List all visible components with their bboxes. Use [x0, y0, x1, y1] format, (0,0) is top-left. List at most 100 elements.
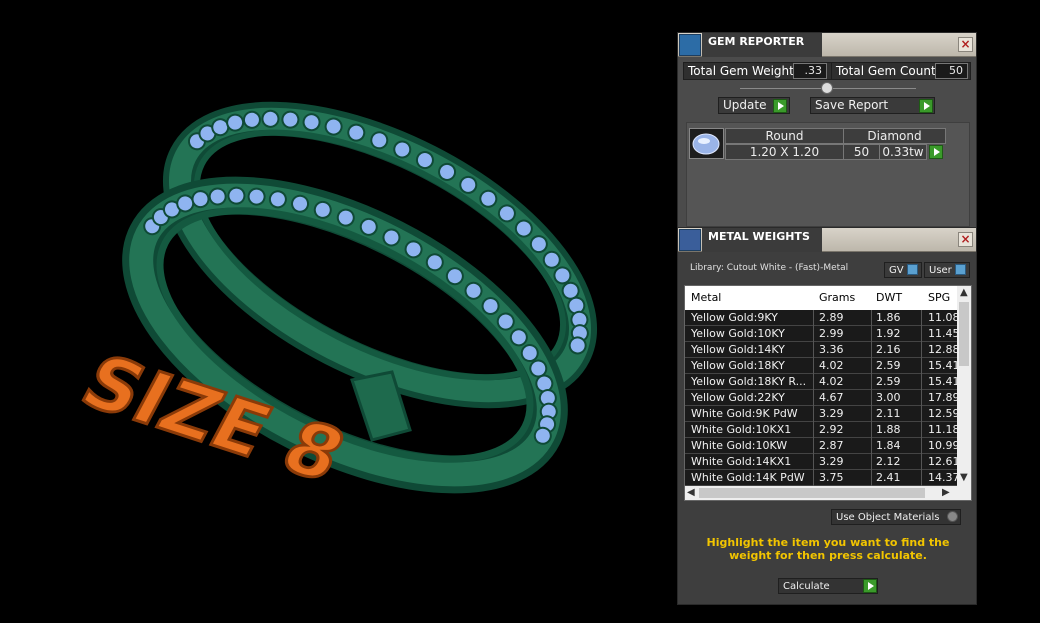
spg-cell: 15.41 — [928, 375, 958, 388]
metal-weights-icon — [679, 229, 701, 251]
grams-cell: 3.29 — [819, 407, 844, 420]
close-icon[interactable]: × — [958, 232, 973, 247]
grams-cell: 3.36 — [819, 343, 844, 356]
metal-cell: Yellow Gold:9KY — [691, 311, 778, 324]
calculate-label: Calculate — [783, 581, 830, 592]
gem-row-play-icon[interactable] — [929, 145, 943, 159]
metal-cell: White Gold:10KX1 — [691, 423, 792, 436]
update-play-icon[interactable] — [773, 99, 787, 113]
ring-render: SIZE 8 — [66, 101, 598, 499]
gem-weight-cell[interactable]: 0.33tw — [879, 144, 927, 160]
col-metal[interactable]: Metal — [691, 291, 721, 304]
grams-cell: 2.92 — [819, 423, 844, 436]
spg-cell: 12.59 — [928, 407, 958, 420]
grams-cell: 4.02 — [819, 375, 844, 388]
save-report-label: Save Report — [815, 98, 889, 112]
spg-cell: 15.41 — [928, 359, 958, 372]
table-row[interactable]: White Gold:14K PdW 3.75 2.41 14.37 — [685, 470, 958, 486]
gem-shape-cell[interactable]: Round — [725, 128, 844, 144]
metal-weights-panel: METAL WEIGHTS × Library: Cutout White - … — [677, 227, 977, 605]
update-button-label: Update — [723, 98, 767, 112]
horizontal-scroll-thumb[interactable] — [699, 488, 925, 498]
grams-cell: 2.89 — [819, 311, 844, 324]
gem-reporter-title: GEM REPORTER — [702, 33, 822, 57]
metal-cell: White Gold:10KW — [691, 439, 788, 452]
save-report-button[interactable]: Save Report — [810, 97, 935, 114]
grams-cell: 3.29 — [819, 455, 844, 468]
library-label: Library: Cutout White - (Fast)-Metal — [690, 263, 849, 273]
gv-info-icon[interactable] — [907, 264, 918, 275]
total-gem-count-value[interactable]: 50 — [935, 63, 968, 79]
use-object-materials-label: Use Object Materials — [836, 512, 940, 523]
table-row[interactable]: White Gold:14KX1 3.29 2.12 12.61 — [685, 454, 958, 470]
spg-cell: 17.89 — [928, 391, 958, 404]
use-object-materials-toggle-icon[interactable] — [947, 511, 958, 522]
user-label: User — [929, 265, 952, 276]
metal-cell: Yellow Gold:22KY — [691, 391, 785, 404]
table-row[interactable]: Yellow Gold:18KY R... 4.02 2.59 15.41 — [685, 374, 958, 390]
vertical-scrollbar[interactable]: ▲ ▼ — [957, 286, 971, 486]
round-diamond-icon — [689, 128, 724, 159]
metal-table[interactable]: Metal Grams DWT SPG Yellow Gold:9KY 2.89 1… — [684, 285, 972, 501]
gem-reporter-icon — [679, 34, 701, 56]
gv-label: GV — [889, 265, 904, 276]
metal-cell: White Gold:14K PdW — [691, 471, 805, 484]
gem-reporter-panel: GEM REPORTER × Total Gem Weight .33 Tota… — [677, 32, 977, 230]
grams-cell: 4.67 — [819, 391, 844, 404]
calculate-play-icon[interactable] — [863, 579, 877, 593]
table-row[interactable]: Yellow Gold:18KY 4.02 2.59 15.41 — [685, 358, 958, 374]
save-report-play-icon[interactable] — [919, 99, 933, 113]
gem-list: Round Diamond 1.20 X 1.20 50 0.33tw — [686, 122, 970, 227]
gem-count-cell[interactable]: 50 — [843, 144, 880, 160]
table-row[interactable]: Yellow Gold:10KY 2.99 1.92 11.45 — [685, 326, 958, 342]
table-row[interactable]: White Gold:10KX1 2.92 1.88 11.18 — [685, 422, 958, 438]
metal-cell: Yellow Gold:14KY — [691, 343, 785, 356]
metal-table-header: Metal Grams DWT SPG — [685, 286, 957, 310]
gem-material-cell[interactable]: Diamond — [843, 128, 946, 144]
metal-cell: Yellow Gold:10KY — [691, 327, 785, 340]
metal-weights-title: METAL WEIGHTS — [702, 228, 822, 252]
dwt-cell: 3.00 — [876, 391, 901, 404]
grams-cell: 2.99 — [819, 327, 844, 340]
metal-cell: Yellow Gold:18KY — [691, 359, 785, 372]
grams-cell: 3.75 — [819, 471, 844, 484]
scroll-right-icon[interactable]: ▶ — [942, 487, 950, 498]
total-gem-weight-value[interactable]: .33 — [793, 63, 827, 79]
spg-cell: 10.99 — [928, 439, 958, 452]
dwt-cell: 2.59 — [876, 375, 901, 388]
col-dwt[interactable]: DWT — [876, 291, 902, 304]
user-info-icon[interactable] — [955, 264, 966, 275]
gem-size-cell[interactable]: 1.20 X 1.20 — [725, 144, 844, 160]
grams-cell: 4.02 — [819, 359, 844, 372]
col-spg[interactable]: SPG — [928, 291, 950, 304]
dwt-cell: 1.86 — [876, 311, 901, 324]
dwt-cell: 1.92 — [876, 327, 901, 340]
metal-cell: White Gold:14KX1 — [691, 455, 792, 468]
table-row[interactable]: White Gold:10KW 2.87 1.84 10.99 — [685, 438, 958, 454]
table-row[interactable]: White Gold:9K PdW 3.29 2.11 12.59 — [685, 406, 958, 422]
scroll-down-icon[interactable]: ▼ — [960, 472, 968, 483]
dwt-cell: 2.16 — [876, 343, 901, 356]
collapse-toggle-icon[interactable] — [821, 82, 833, 94]
scroll-left-icon[interactable]: ◀ — [687, 487, 695, 498]
table-row[interactable]: Yellow Gold:14KY 3.36 2.16 12.88 — [685, 342, 958, 358]
3d-viewport[interactable]: SIZE 8 — [0, 0, 676, 623]
vertical-scroll-thumb[interactable] — [959, 302, 969, 366]
gem-reporter-titlebar[interactable]: GEM REPORTER × — [678, 33, 976, 57]
table-row[interactable]: Yellow Gold:9KY 2.89 1.86 11.08 — [685, 310, 958, 326]
metal-weights-titlebar[interactable]: METAL WEIGHTS × — [678, 228, 976, 252]
metal-cell: Yellow Gold:18KY R... — [691, 375, 807, 388]
scroll-up-icon[interactable]: ▲ — [960, 287, 968, 298]
col-grams[interactable]: Grams — [819, 291, 855, 304]
use-object-materials-checkbox[interactable]: Use Object Materials — [831, 509, 961, 525]
horizontal-scrollbar[interactable]: ◀ ▶ — [685, 486, 971, 500]
spg-cell: 11.45 — [928, 327, 958, 340]
instruction-text: Highlight the item you want to find the … — [706, 536, 950, 562]
dwt-cell: 1.88 — [876, 423, 901, 436]
dwt-cell: 1.84 — [876, 439, 901, 452]
close-icon[interactable]: × — [958, 37, 973, 52]
spg-cell: 12.61 — [928, 455, 958, 468]
table-row[interactable]: Yellow Gold:22KY 4.67 3.00 17.89 — [685, 390, 958, 406]
dwt-cell: 2.41 — [876, 471, 901, 484]
dwt-cell: 2.59 — [876, 359, 901, 372]
